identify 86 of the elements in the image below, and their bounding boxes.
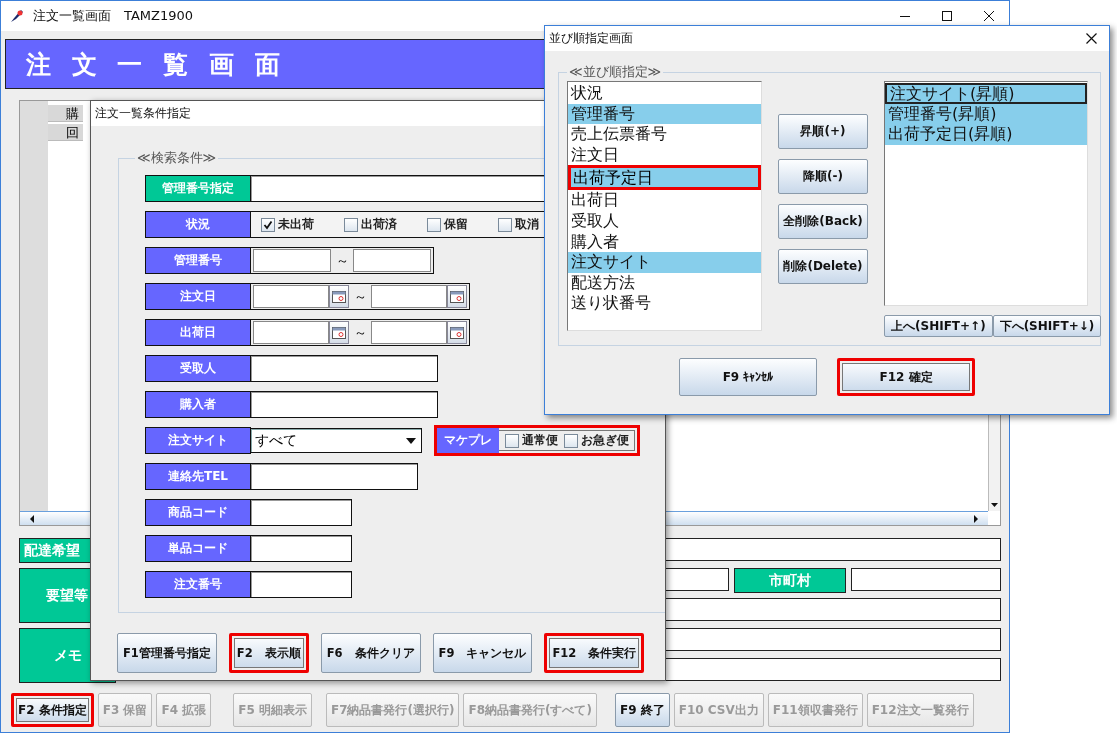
dialog-button[interactable]: F9 キャンセル: [432, 633, 533, 673]
list-item[interactable]: 出荷予定日(昇順): [885, 124, 1087, 145]
calendar-icon: [450, 290, 464, 303]
sort-action-button[interactable]: 昇順(+): [778, 114, 868, 149]
date-field[interactable]: [371, 321, 447, 344]
move-button[interactable]: 下へ(SHIFT+↓): [992, 315, 1102, 337]
text-field[interactable]: [251, 391, 438, 418]
field-label: 状況: [145, 211, 251, 238]
field-label: 管理番号: [145, 247, 251, 274]
range-separator: ～: [352, 287, 368, 306]
calendar-icon: [332, 326, 346, 339]
dialog-button[interactable]: F12 条件実行: [544, 633, 645, 673]
maximize-icon[interactable]: [941, 10, 953, 22]
list-item[interactable]: 配送方法: [568, 272, 761, 294]
checkbox[interactable]: 保留: [427, 216, 468, 233]
dialog-button[interactable]: F12 確定: [837, 358, 975, 396]
list-item[interactable]: 管理番号(昇順): [885, 103, 1087, 125]
list-item[interactable]: 管理番号: [568, 103, 761, 125]
function-key-button[interactable]: F9 終了: [614, 693, 670, 727]
list-item[interactable]: 送り状番号: [568, 293, 761, 314]
text-field[interactable]: [851, 568, 1001, 591]
checkmark-icon: [263, 219, 273, 230]
list-item[interactable]: 売上伝票番号: [568, 124, 761, 145]
field-label: 出荷日: [145, 319, 251, 346]
dialog-button[interactable]: F1管理番号指定: [117, 633, 217, 673]
checkbox[interactable]: 未出荷: [261, 216, 314, 233]
checkbox[interactable]: 取消: [498, 216, 539, 233]
list-item[interactable]: 注文サイト(昇順): [885, 83, 1087, 104]
move-button[interactable]: 上へ(SHIFT+↑): [884, 315, 993, 337]
field-label: 購入者: [145, 391, 251, 418]
table-header-cell: 回: [48, 124, 83, 141]
date-field[interactable]: [253, 321, 329, 344]
dropdown[interactable]: すべて: [251, 428, 422, 453]
field-label: 注文日: [145, 283, 251, 310]
calendar-button[interactable]: [447, 321, 467, 344]
text-field[interactable]: [251, 571, 352, 598]
list-item[interactable]: 出荷日: [568, 190, 761, 211]
calendar-button[interactable]: [329, 321, 349, 344]
calendar-icon: [450, 326, 464, 339]
calendar-button[interactable]: [329, 285, 349, 308]
close-icon[interactable]: [1086, 33, 1097, 44]
checkbox[interactable]: 出荷済: [344, 216, 397, 233]
function-key-button[interactable]: F2 条件指定: [11, 693, 94, 727]
field-label: 市町村: [734, 568, 846, 593]
date-field[interactable]: [371, 285, 447, 308]
left-arrow-icon[interactable]: [28, 513, 36, 524]
field-label: 単品コード: [145, 535, 251, 562]
field-label: 連絡先TEL: [145, 463, 251, 490]
checkbox[interactable]: 通常便: [505, 432, 558, 449]
calendar-button[interactable]: [447, 285, 467, 308]
text-field[interactable]: [251, 463, 418, 490]
close-icon[interactable]: [983, 10, 995, 22]
table-header-cell: 購: [48, 105, 83, 122]
dialog-button[interactable]: F6 条件クリア: [320, 633, 421, 673]
window-title: 注文一覧画面 TAMZ1900: [33, 7, 195, 25]
text-field[interactable]: [253, 249, 331, 272]
caret-icon: [405, 436, 417, 445]
dialog-button[interactable]: F9 ｷｬﾝｾﾙ: [679, 358, 817, 396]
field-label: 注文サイト: [145, 427, 251, 454]
sort-action-button[interactable]: 降順(-): [778, 159, 868, 194]
checkbox[interactable]: お急ぎ便: [564, 432, 629, 449]
field-label: マケプレ: [437, 428, 499, 453]
calendar-icon: [332, 290, 346, 303]
list-item[interactable]: 出荷予定日: [568, 165, 761, 191]
field-label: 受取人: [145, 355, 251, 382]
date-field[interactable]: [253, 285, 329, 308]
field-label: 注文番号: [145, 571, 251, 598]
list-item[interactable]: 受取人: [568, 210, 761, 232]
dialog-button[interactable]: F2 表示順: [228, 633, 309, 673]
app-icon: [9, 8, 25, 24]
text-field[interactable]: [251, 535, 352, 562]
sort-action-button[interactable]: 削除(Delete): [778, 249, 868, 284]
text-field[interactable]: [251, 499, 352, 526]
list-item[interactable]: 購入者: [568, 231, 761, 253]
range-separator: ～: [334, 251, 350, 270]
range-separator: ～: [352, 323, 368, 342]
field-label: 管理番号指定: [145, 175, 251, 202]
field-label: 商品コード: [145, 499, 251, 526]
group-title: ≪検索条件≫: [136, 149, 218, 167]
right-arrow-icon[interactable]: [972, 513, 980, 524]
group-title: ≪並び順指定≫: [568, 63, 663, 81]
text-field[interactable]: [251, 355, 438, 382]
list-item[interactable]: 注文日: [568, 144, 761, 166]
sort-action-button[interactable]: 全削除(Back): [778, 204, 868, 239]
list-item[interactable]: 注文サイト: [568, 252, 761, 273]
text-field[interactable]: [353, 249, 431, 272]
